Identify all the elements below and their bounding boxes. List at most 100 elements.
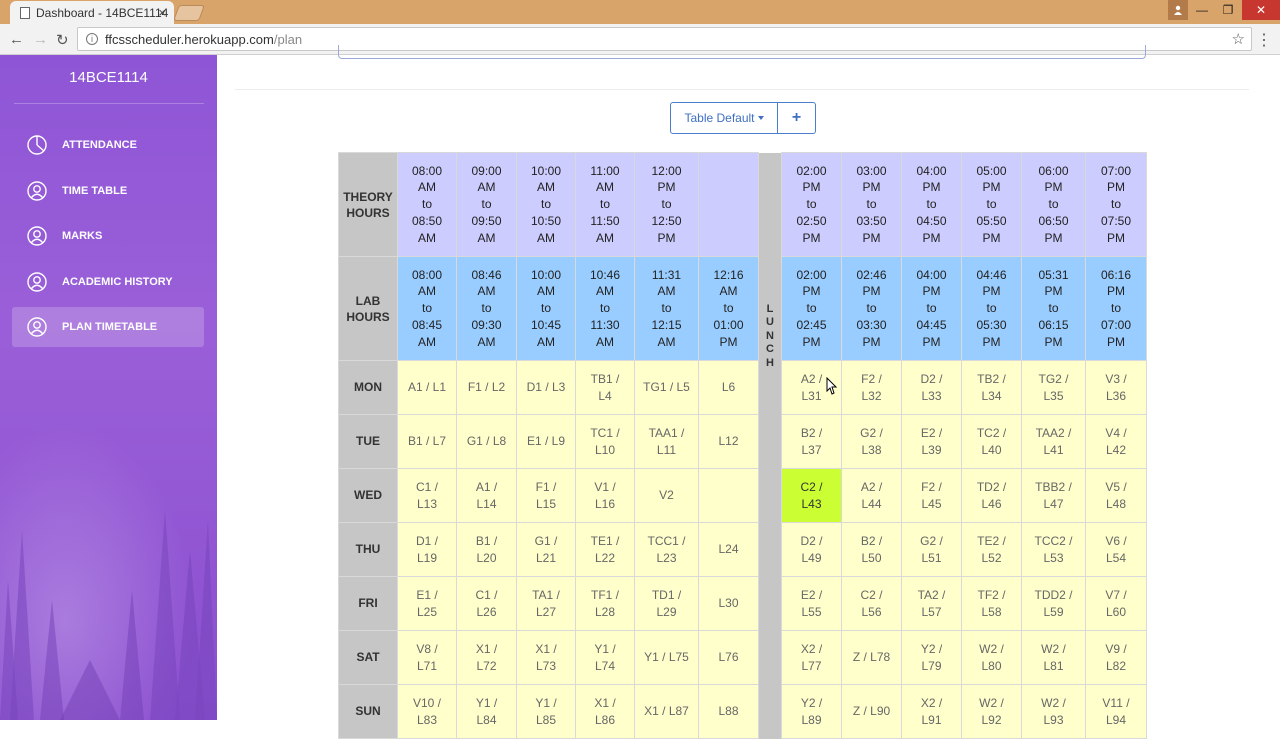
close-window-button[interactable]: ✕ xyxy=(1242,0,1280,20)
browser-menu-icon[interactable]: ⋮ xyxy=(1256,30,1272,50)
slot-cell[interactable]: X1 / L87 xyxy=(634,684,699,739)
slot-cell[interactable]: Y1 / L85 xyxy=(516,684,576,739)
slot-cell[interactable]: F1 / L15 xyxy=(516,468,576,523)
slot-cell[interactable]: W2 / L81 xyxy=(1021,630,1086,685)
slot-cell[interactable]: L12 xyxy=(698,414,759,469)
slot-cell[interactable]: TE1 / L22 xyxy=(575,522,635,577)
slot-cell[interactable]: TG1 / L5 xyxy=(634,360,699,415)
table-select-dropdown[interactable]: Table Default xyxy=(670,102,778,134)
slot-cell[interactable]: TAA1 / L11 xyxy=(634,414,699,469)
slot-cell[interactable]: TE2 / L52 xyxy=(961,522,1022,577)
slot-cell[interactable]: D2 / L49 xyxy=(781,522,842,577)
slot-cell[interactable]: X2 / L77 xyxy=(781,630,842,685)
slot-cell[interactable]: G1 / L21 xyxy=(516,522,576,577)
slot-cell[interactable]: A2 / L44 xyxy=(841,468,902,523)
slot-cell[interactable]: E2 / L55 xyxy=(781,576,842,631)
slot-cell[interactable]: V9 / L82 xyxy=(1085,630,1147,685)
slot-cell[interactable]: TCC2 / L53 xyxy=(1021,522,1086,577)
slot-cell[interactable]: X2 / L91 xyxy=(901,684,962,739)
slot-cell[interactable]: TDD2 / L59 xyxy=(1021,576,1086,631)
slot-cell[interactable]: V4 / L42 xyxy=(1085,414,1147,469)
slot-cell[interactable]: G2 / L38 xyxy=(841,414,902,469)
slot-cell[interactable]: X1 / L73 xyxy=(516,630,576,685)
sidebar-item-time-table[interactable]: TIME TABLE xyxy=(12,171,204,211)
slot-cell[interactable]: B1 / L20 xyxy=(456,522,517,577)
slot-cell[interactable]: L76 xyxy=(698,630,759,685)
slot-cell[interactable]: Y1 / L75 xyxy=(634,630,699,685)
slot-cell[interactable]: TF1 / L28 xyxy=(575,576,635,631)
slot-cell[interactable]: A1 / L14 xyxy=(456,468,517,523)
sidebar-item-attendance[interactable]: ATTENDANCE xyxy=(12,125,204,165)
slot-cell[interactable]: V11 / L94 xyxy=(1085,684,1147,739)
add-table-button[interactable]: + xyxy=(778,102,816,134)
slot-cell[interactable]: D1 / L19 xyxy=(397,522,457,577)
slot-cell[interactable]: V10 / L83 xyxy=(397,684,457,739)
site-info-icon[interactable]: i xyxy=(86,33,98,45)
slot-cell[interactable]: E2 / L39 xyxy=(901,414,962,469)
slot-cell[interactable]: TAA2 / L41 xyxy=(1021,414,1086,469)
slot-cell[interactable]: V7 / L60 xyxy=(1085,576,1147,631)
slot-cell[interactable]: TA2 / L57 xyxy=(901,576,962,631)
slot-cell[interactable]: A1 / L1 xyxy=(397,360,457,415)
slot-cell[interactable]: Z / L78 xyxy=(841,630,902,685)
tab-close-icon[interactable]: × xyxy=(158,5,166,20)
slot-cell[interactable]: TB1 / L4 xyxy=(575,360,635,415)
slot-cell[interactable]: D1 / L3 xyxy=(516,360,576,415)
slot-cell[interactable]: V5 / L48 xyxy=(1085,468,1147,523)
slot-cell[interactable]: TD1 / L29 xyxy=(634,576,699,631)
slot-cell[interactable]: V6 / L54 xyxy=(1085,522,1147,577)
slot-cell[interactable]: C2 / L43 xyxy=(781,468,842,523)
slot-cell[interactable]: W2 / L93 xyxy=(1021,684,1086,739)
profile-icon[interactable] xyxy=(1168,0,1188,20)
slot-cell[interactable]: V2 xyxy=(634,468,699,523)
sidebar-item-marks[interactable]: MARKS xyxy=(12,216,204,256)
slot-cell[interactable]: C2 / L56 xyxy=(841,576,902,631)
slot-cell[interactable]: C1 / L13 xyxy=(397,468,457,523)
browser-tab[interactable]: Dashboard - 14BCE1114 × xyxy=(10,1,174,24)
slot-cell[interactable]: TF2 / L58 xyxy=(961,576,1022,631)
slot-cell[interactable]: Y2 / L79 xyxy=(901,630,962,685)
slot-cell[interactable]: B1 / L7 xyxy=(397,414,457,469)
sidebar-item-academic-history[interactable]: ACADEMIC HISTORY xyxy=(12,262,204,302)
slot-cell[interactable]: B2 / L37 xyxy=(781,414,842,469)
slot-cell[interactable]: F2 / L32 xyxy=(841,360,902,415)
slot-cell[interactable]: E1 / L9 xyxy=(516,414,576,469)
slot-cell[interactable]: F1 / L2 xyxy=(456,360,517,415)
bookmark-star-icon[interactable]: ☆ xyxy=(1232,30,1245,48)
slot-cell[interactable]: V1 / L16 xyxy=(575,468,635,523)
maximize-button[interactable]: ❐ xyxy=(1216,0,1240,20)
slot-cell[interactable]: L88 xyxy=(698,684,759,739)
slot-cell[interactable] xyxy=(698,468,759,523)
slot-cell[interactable]: C1 / L26 xyxy=(456,576,517,631)
slot-cell[interactable]: X1 / L72 xyxy=(456,630,517,685)
slot-cell[interactable]: G1 / L8 xyxy=(456,414,517,469)
slot-cell[interactable]: W2 / L92 xyxy=(961,684,1022,739)
forward-icon[interactable]: → xyxy=(33,31,48,48)
minimize-button[interactable]: — xyxy=(1190,0,1214,20)
slot-cell[interactable]: L6 xyxy=(698,360,759,415)
slot-cell[interactable]: B2 / L50 xyxy=(841,522,902,577)
slot-cell[interactable]: TBB2 / L47 xyxy=(1021,468,1086,523)
slot-cell[interactable]: TD2 / L46 xyxy=(961,468,1022,523)
slot-cell[interactable]: V8 / L71 xyxy=(397,630,457,685)
slot-cell[interactable]: V3 / L36 xyxy=(1085,360,1147,415)
slot-cell[interactable]: Y1 / L74 xyxy=(575,630,635,685)
slot-cell[interactable]: TCC1 / L23 xyxy=(634,522,699,577)
slot-cell[interactable]: Y2 / L89 xyxy=(781,684,842,739)
slot-cell[interactable]: Y1 / L84 xyxy=(456,684,517,739)
new-tab-button[interactable] xyxy=(173,5,205,21)
slot-cell[interactable]: TA1 / L27 xyxy=(516,576,576,631)
reload-icon[interactable]: ↻ xyxy=(56,31,69,49)
slot-cell[interactable]: TC1 / L10 xyxy=(575,414,635,469)
slot-cell[interactable]: L30 xyxy=(698,576,759,631)
slot-cell[interactable]: F2 / L45 xyxy=(901,468,962,523)
slot-cell[interactable]: E1 / L25 xyxy=(397,576,457,631)
slot-cell[interactable]: G2 / L51 xyxy=(901,522,962,577)
slot-cell[interactable]: TG2 / L35 xyxy=(1021,360,1086,415)
slot-cell[interactable]: X1 / L86 xyxy=(575,684,635,739)
slot-cell[interactable]: W2 / L80 xyxy=(961,630,1022,685)
slot-cell[interactable]: D2 / L33 xyxy=(901,360,962,415)
slot-cell[interactable]: Z / L90 xyxy=(841,684,902,739)
slot-cell[interactable]: L24 xyxy=(698,522,759,577)
sidebar-item-plan-timetable[interactable]: PLAN TIMETABLE xyxy=(12,307,204,347)
